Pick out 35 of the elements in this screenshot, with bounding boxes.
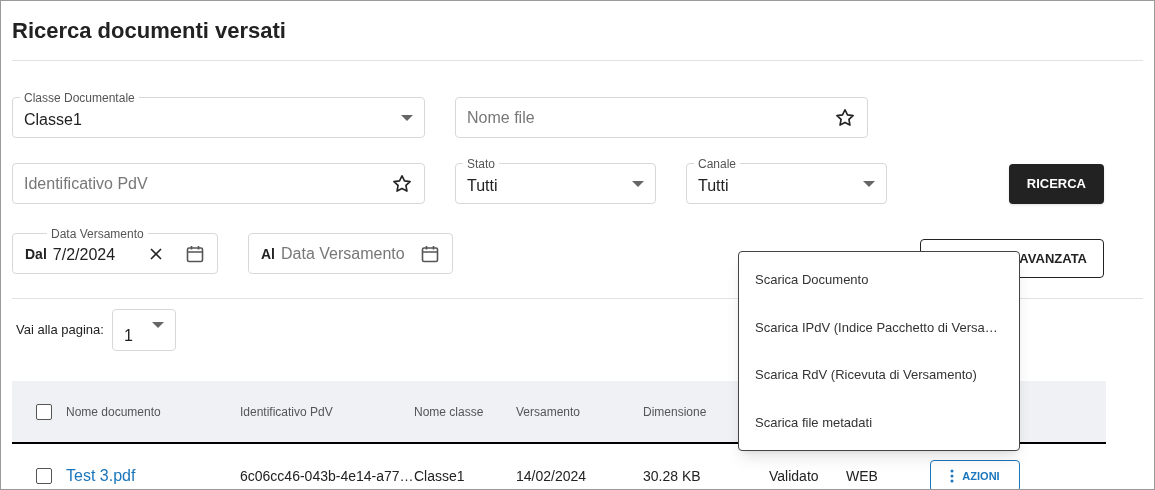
checkbox[interactable] [36,468,52,484]
table-cell: Classe1 [414,468,465,484]
menu-item[interactable]: Scarica file metadati [739,398,1019,446]
date-field[interactable]: Al Data Versamento [248,233,453,274]
page-title: Ricerca documenti versati [12,1,1143,61]
calendar-icon[interactable] [185,243,205,264]
column-header[interactable]: Nome documento [66,402,240,421]
caret-icon [151,322,164,328]
actions-button[interactable]: AZIONI [930,460,1020,489]
star-icon[interactable] [391,172,413,195]
clear-icon[interactable] [149,246,163,261]
pager-label: Vai alla pagina: [16,321,104,340]
caret-icon [863,180,875,187]
caret-icon [401,114,413,121]
input-field[interactable]: Identificativo PdV [12,163,425,204]
calendar-icon[interactable] [420,243,440,264]
menu-item[interactable]: Scarica RdV (Ricevuta di Versamento) [739,351,1019,399]
star-icon[interactable] [834,106,856,129]
table-cell: 30.28 KB [643,468,701,484]
menu-item[interactable]: Scarica Documento [739,256,1019,304]
caret-icon [632,180,644,187]
document-link[interactable]: Test 3.pdf [66,467,136,484]
column-header[interactable]: Versamento [516,402,643,421]
search-button[interactable]: RICERCA [1008,163,1104,204]
more-icon [950,469,955,483]
menu-item[interactable]: Scarica IPdV (Indice Pacchetto di Versa… [739,303,1019,351]
page-select[interactable]: 1 [111,309,176,351]
checkbox[interactable] [36,403,52,420]
table-cell: 6c06cc46-043b-4e14-a77… [240,468,414,484]
input-field[interactable]: Nome file [455,97,868,138]
column-header[interactable]: Nome classe [414,402,516,421]
column-header[interactable]: Identificativo PdV [240,402,414,421]
table-cell: Validato [769,468,819,484]
table-cell: 14/02/2024 [516,468,587,484]
table-cell: WEB [846,468,878,484]
